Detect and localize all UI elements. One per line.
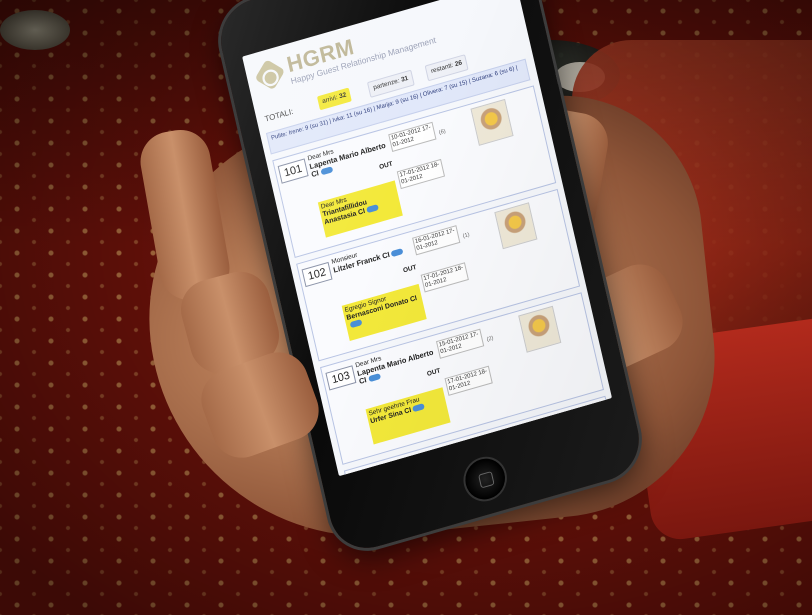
room-number: 104 [349, 468, 381, 477]
arrivi-badge[interactable]: arrivi: 32 [316, 87, 352, 111]
checkin-toggle-icon[interactable] [412, 403, 426, 413]
guest-photo [518, 305, 562, 353]
room-number: 102 [301, 261, 333, 288]
home-button-icon[interactable] [461, 454, 509, 505]
room-number: 103 [325, 365, 357, 391]
checkin-toggle-icon[interactable] [366, 204, 380, 214]
guest-photo [494, 202, 538, 250]
out-label: OUT [426, 367, 442, 378]
home-square-icon [478, 470, 495, 489]
incoming-guest[interactable]: Sehr geehrte Frau Urfer Sina CI [365, 387, 451, 445]
new-stay-dates: 17-01-2012 18-01-2012 [444, 365, 493, 396]
stay-dates: 16-01-2012 [459, 432, 507, 456]
out-label: OUT [402, 263, 418, 275]
out-label: OUT [378, 160, 394, 172]
checkin-toggle-icon[interactable] [367, 373, 381, 383]
new-stay-dates: 17-01-2012 18-01-2012 [396, 158, 446, 190]
incoming-guest[interactable]: Dear Mrs Triantafillidou Anastasia CI [317, 180, 403, 238]
totals-label: TOTALI: [263, 106, 295, 124]
stay-dates: 15-01-2012 17-01-2012 [435, 328, 485, 359]
nights-count: (6) [438, 128, 447, 137]
checkin-toggle-icon[interactable] [319, 166, 333, 176]
checkin-toggle-icon[interactable] [390, 247, 404, 258]
stay-dates: 16-01-2012 17-01-2012 [412, 225, 461, 256]
room-number: 101 [277, 158, 309, 184]
logo-icon [254, 59, 286, 91]
nights-count: (1) [462, 231, 471, 240]
room-list: 101 Dear Mrs Lapenta Mario Alberto CI OU… [272, 85, 613, 477]
stay-dates: 10-01-2012 17-01-2012 [388, 121, 437, 152]
guest-photo [470, 98, 514, 146]
nights-count: (2) [486, 335, 495, 344]
incoming-guest[interactable]: Egregio Signor Bernasconi Donato CI [341, 283, 427, 342]
new-stay-dates: 17-01-2012 18-01-2012 [420, 262, 469, 293]
checkin-toggle-icon[interactable] [349, 319, 363, 329]
